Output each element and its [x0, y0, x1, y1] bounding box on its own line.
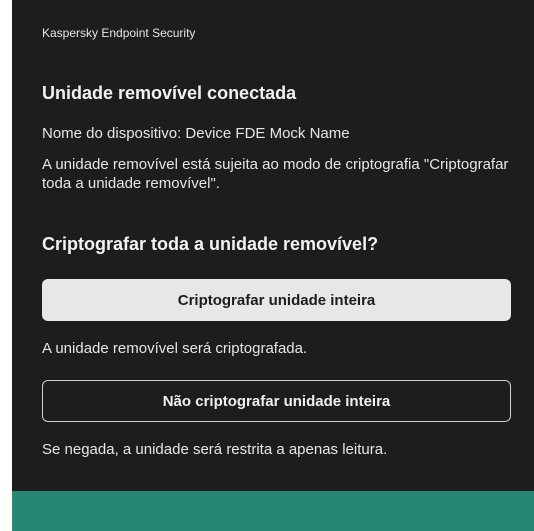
- app-title: Kaspersky Endpoint Security: [42, 26, 196, 40]
- dialog-heading: Unidade removível conectada: [42, 83, 297, 103]
- accent-footer-bar: [12, 491, 534, 531]
- encrypt-entire-drive-button[interactable]: Criptografar unidade inteira: [42, 279, 511, 321]
- encrypt-question: Criptografar toda a unidade removível?: [42, 234, 379, 254]
- encrypt-hint-text: A unidade removível será criptografada.: [42, 340, 308, 357]
- encryption-policy-text: A unidade removível está sujeita ao modo…: [42, 156, 509, 192]
- dialog-window: Kaspersky Endpoint Security Unidade remo…: [12, 0, 534, 531]
- decline-hint-text: Se negada, a unidade será restrita a ape…: [42, 441, 388, 458]
- decline-encryption-button[interactable]: Não criptografar unidade inteira: [42, 380, 511, 422]
- device-name-text: Nome do dispositivo: Device FDE Mock Nam…: [42, 125, 350, 142]
